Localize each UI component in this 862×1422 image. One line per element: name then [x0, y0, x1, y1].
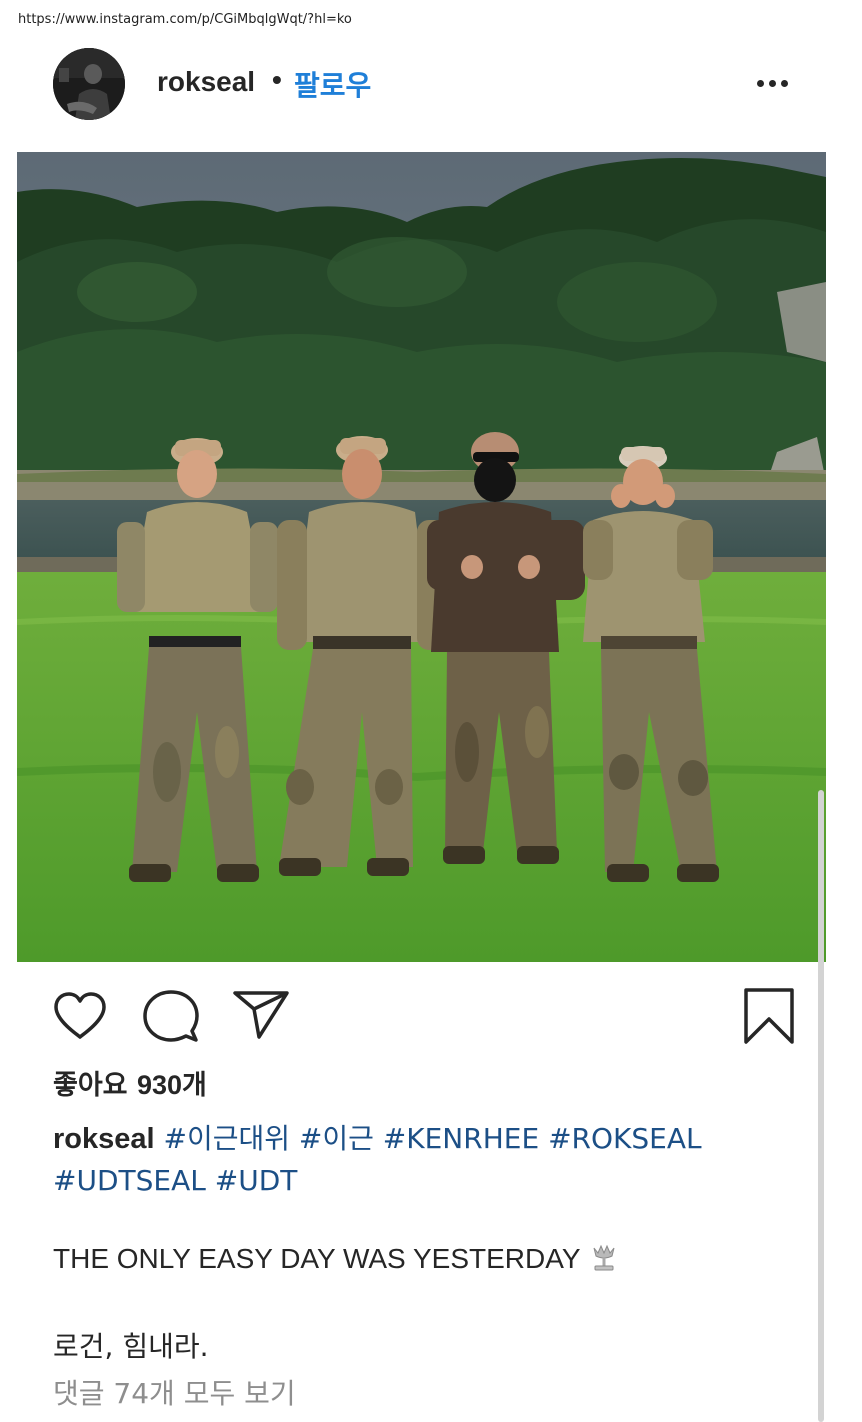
hashtag-link[interactable]: #이근	[299, 1122, 374, 1155]
more-horizontal-icon[interactable]	[754, 74, 790, 94]
url-bar[interactable]: https://www.instagram.com/p/CGiMbqlgWqt/…	[18, 12, 352, 27]
paper-plane-icon[interactable]	[232, 989, 290, 1046]
comment-icon[interactable]	[142, 989, 200, 1050]
more-dot	[769, 80, 776, 87]
follow-button[interactable]: 팔로우	[294, 64, 371, 104]
post-image[interactable]	[17, 152, 826, 962]
likes-label: 좋아요	[53, 1070, 128, 1101]
bookmark-icon[interactable]	[742, 987, 796, 1050]
trident-icon	[589, 1242, 619, 1279]
heart-icon[interactable]	[52, 991, 108, 1046]
hashtag-link[interactable]: #KENRHEE	[383, 1122, 539, 1155]
caption-message: 로건, 힘내라.	[53, 1330, 209, 1363]
post-username[interactable]: rokseal	[157, 66, 255, 98]
caption-username[interactable]: rokseal	[53, 1123, 155, 1155]
likes-number: 930개	[136, 1070, 207, 1100]
scrollbar[interactable]	[818, 790, 824, 1422]
more-dot	[757, 80, 764, 87]
post-caption: rokseal #이근대위 #이근 #KENRHEE #ROKSEAL #UDT…	[53, 1118, 793, 1202]
view-all-comments-link[interactable]: 댓글 74개 모두 보기	[53, 1372, 296, 1412]
hashtag-link[interactable]: #이근대위	[163, 1122, 290, 1155]
post-header: rokseal • 팔로우	[0, 44, 862, 124]
avatar[interactable]	[53, 48, 125, 120]
caption-motto: THE ONLY EASY DAY WAS YESTERDAY	[53, 1242, 619, 1279]
hashtag-link[interactable]: #UDTSEAL	[53, 1164, 206, 1197]
hashtag-link[interactable]: #UDT	[215, 1164, 298, 1197]
post-actions	[0, 985, 862, 1055]
separator-dot: •	[272, 64, 282, 95]
likes-count[interactable]: 좋아요 930개	[53, 1063, 207, 1102]
motto-text: THE ONLY EASY DAY WAS YESTERDAY	[53, 1243, 581, 1274]
more-dot	[781, 80, 788, 87]
hashtag-link[interactable]: #ROKSEAL	[548, 1122, 702, 1155]
